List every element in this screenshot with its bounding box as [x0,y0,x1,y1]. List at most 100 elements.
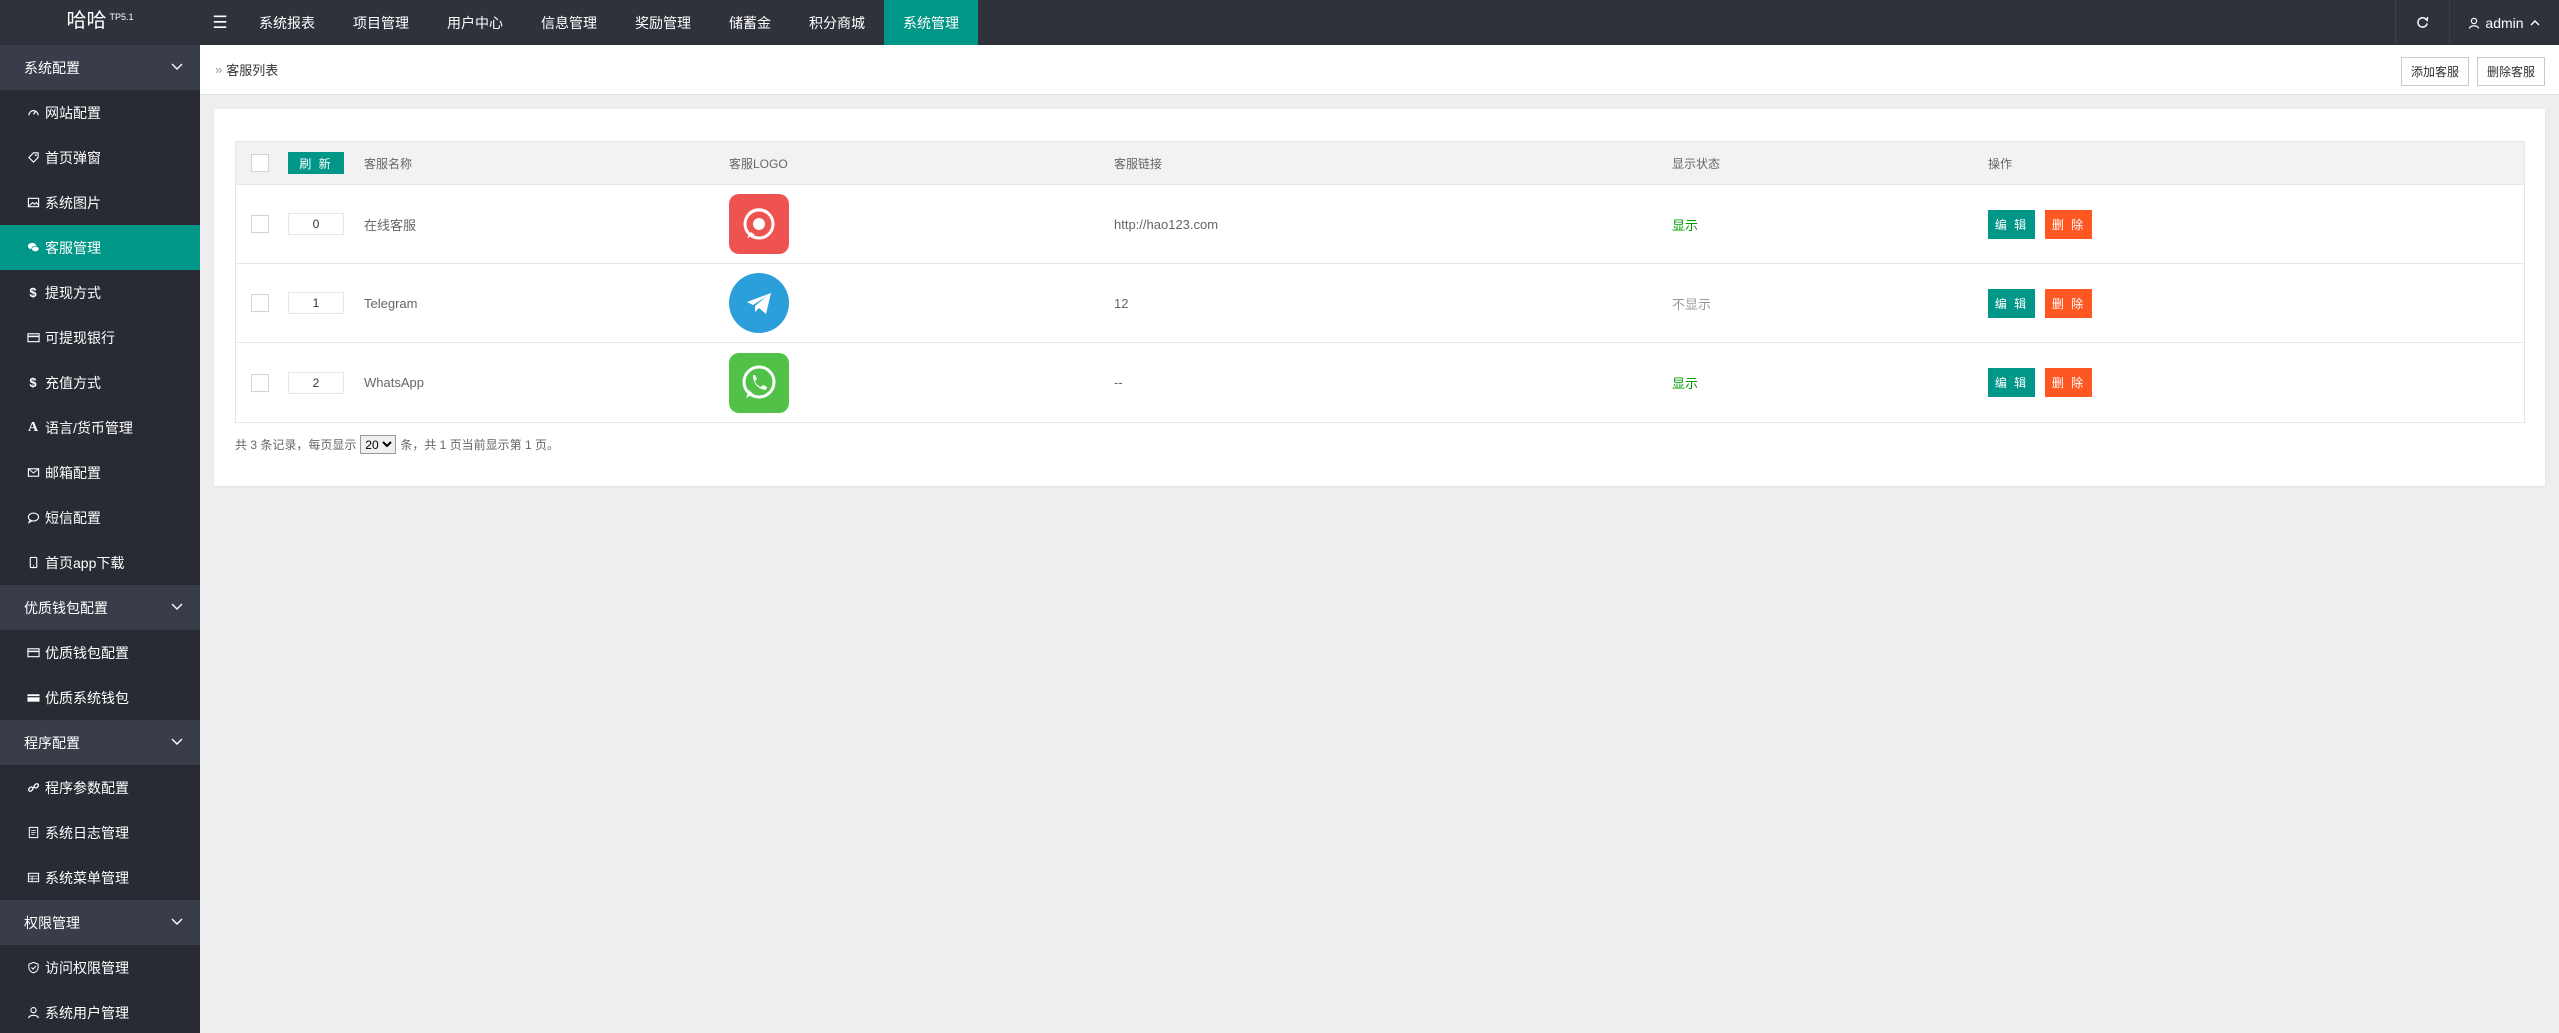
comment-icon [25,510,41,526]
row-checkbox[interactable] [251,294,269,312]
refresh-button[interactable]: 刷 新 [288,152,344,174]
table-icon [25,870,41,886]
wallet-icon [25,690,41,706]
double-chevron-right-icon: » [215,62,223,77]
sidebar-item[interactable]: 系统日志管理 [0,810,200,855]
sidebar: 哈哈 TP5.1 系统配置 网站配置 首页弹窗系统图片客服管理 $ 提现方式可提现银行 $… [0,0,200,1033]
user-icon [25,1005,41,1021]
nav-tab[interactable]: 系统管理 [884,0,978,45]
sidebar-item-label: 访问权限管理 [45,959,129,976]
chevron-up-icon [2530,19,2540,25]
sidebar-item-label: 语言/货币管理 [45,419,133,436]
menu-group-label: 优质钱包配置 [24,599,108,616]
header-status: 显示状态 [1672,156,1721,171]
service-table: 刷 新 客服名称 客服LOGO 客服链接 显示状态 操作 在线客服 http://… [235,141,2525,423]
sidebar-item[interactable]: 系统图片 [0,180,200,225]
delete-button[interactable]: 删 除 [2045,368,2092,397]
sidebar-item[interactable]: 访问权限管理 [0,945,200,990]
row-checkbox[interactable] [251,373,269,392]
header-logo: 客服LOGO [729,156,788,171]
sort-order-input[interactable] [288,213,344,235]
content-card: 刷 新 客服名称 客服LOGO 客服链接 显示状态 操作 在线客服 http://… [214,109,2545,486]
sidebar-item[interactable]: 系统用户管理 [0,990,200,1033]
status-badge: 显示 [1672,217,1699,233]
chevron-down-icon [171,738,183,745]
edit-button[interactable]: 编 辑 [1988,288,2035,318]
service-link: -- [1114,375,1123,390]
topbar: ☰ 系统报表 项目管理 用户中心 信息管理 奖励管理 储蓄金 积分商城 系统管理 admin [200,0,2559,45]
sort-order-input[interactable] [288,371,344,394]
table-header: 刷 新 客服名称 客服LOGO 客服链接 显示状态 操作 [236,142,2524,185]
image-icon [25,195,41,211]
font-icon: A [27,419,39,435]
sidebar-item-label: 系统菜单管理 [45,869,129,886]
shield-icon [25,960,41,976]
nav-tab[interactable]: 信息管理 [522,0,616,45]
sidebar-item-label: 系统日志管理 [45,824,129,841]
sidebar-item[interactable]: 客服管理 [0,225,200,270]
mail-icon [25,465,41,481]
nav-tab[interactable]: 系统报表 [240,0,334,45]
sidebar-item-label: 可提现银行 [45,329,115,346]
service-link: http://hao123.com [1114,216,1219,232]
page-size-select[interactable]: 20 [360,435,397,454]
sidebar-item-label: 客服管理 [45,239,101,256]
row-checkbox[interactable] [251,215,269,233]
sidebar-item[interactable]: 优质钱包配置 [0,630,200,675]
delete-button[interactable]: 删 除 [2045,288,2092,318]
header-name: 客服名称 [364,156,413,171]
pager-suffix: 条，共 1 页当前显示第 1 页。 [400,438,560,452]
delete-service-button[interactable]: 删除客服 [2476,57,2545,86]
menu-group-system-config[interactable]: 系统配置 [0,45,200,90]
sidebar-item[interactable]: 网站配置 [0,90,200,135]
card-icon [25,645,41,661]
sort-order-input[interactable] [288,292,344,314]
table-row: WhatsApp -- 显示 编 辑删 除 [236,343,2524,422]
nav-tab[interactable]: 奖励管理 [616,0,710,45]
menu-group-program-config[interactable]: 程序配置 [0,720,200,765]
dashboard-icon [25,105,41,121]
app-logo[interactable]: 哈哈 TP5.1 [0,0,200,45]
edit-button[interactable]: 编 辑 [1988,368,2035,397]
sidebar-item[interactable]: $ 充值方式 [0,360,200,405]
pager-prefix: 共 3 条记录，每页显示 [235,438,357,452]
username: admin [2485,14,2524,31]
sidebar-item[interactable]: 首页弹窗 [0,135,200,180]
sidebar-item[interactable]: 程序参数配置 [0,765,200,810]
sidebar-item[interactable]: 优质系统钱包 [0,675,200,720]
header-link: 客服链接 [1114,156,1163,171]
sidebar-item-label: 系统图片 [45,194,101,211]
status-badge: 不显示 [1672,296,1712,312]
service-name: WhatsApp [364,375,424,390]
nav-tab[interactable]: 储蓄金 [710,0,790,45]
delete-button[interactable]: 删 除 [2045,209,2092,239]
sidebar-item-label: 首页app下载 [45,554,125,571]
sidebar-item[interactable]: A 语言/货币管理 [0,405,200,450]
add-service-button[interactable]: 添加客服 [2400,57,2469,86]
nav-tab[interactable]: 积分商城 [790,0,884,45]
link-icon [25,780,41,796]
menu-toggle-icon[interactable]: ☰ [200,0,240,45]
menu-group-wallet-config[interactable]: 优质钱包配置 [0,585,200,630]
sidebar-item[interactable]: 邮箱配置 [0,450,200,495]
chevron-down-icon [171,63,183,70]
whatsapp-logo-icon [729,343,789,422]
service-name: 在线客服 [364,217,417,233]
sidebar-item[interactable]: 系统菜单管理 [0,855,200,900]
nav-tab[interactable]: 用户中心 [428,0,522,45]
sidebar-item[interactable]: 可提现银行 [0,315,200,360]
sidebar-item[interactable]: $ 提现方式 [0,270,200,315]
edit-button[interactable]: 编 辑 [1988,209,2035,239]
nav-tab[interactable]: 项目管理 [334,0,428,45]
user-menu[interactable]: admin [2449,0,2559,45]
dollar-icon: $ [29,285,37,300]
sidebar-item[interactable]: 短信配置 [0,495,200,540]
sidebar-item-label: 优质钱包配置 [45,644,129,661]
sidebar-item[interactable]: 首页app下载 [0,540,200,585]
app-version: TP5.1 [109,12,134,22]
chevron-down-icon [171,918,183,925]
dollar-icon: $ [29,375,37,390]
refresh-icon[interactable] [2395,0,2449,45]
select-all-checkbox[interactable] [251,154,269,172]
menu-group-permissions[interactable]: 权限管理 [0,900,200,945]
